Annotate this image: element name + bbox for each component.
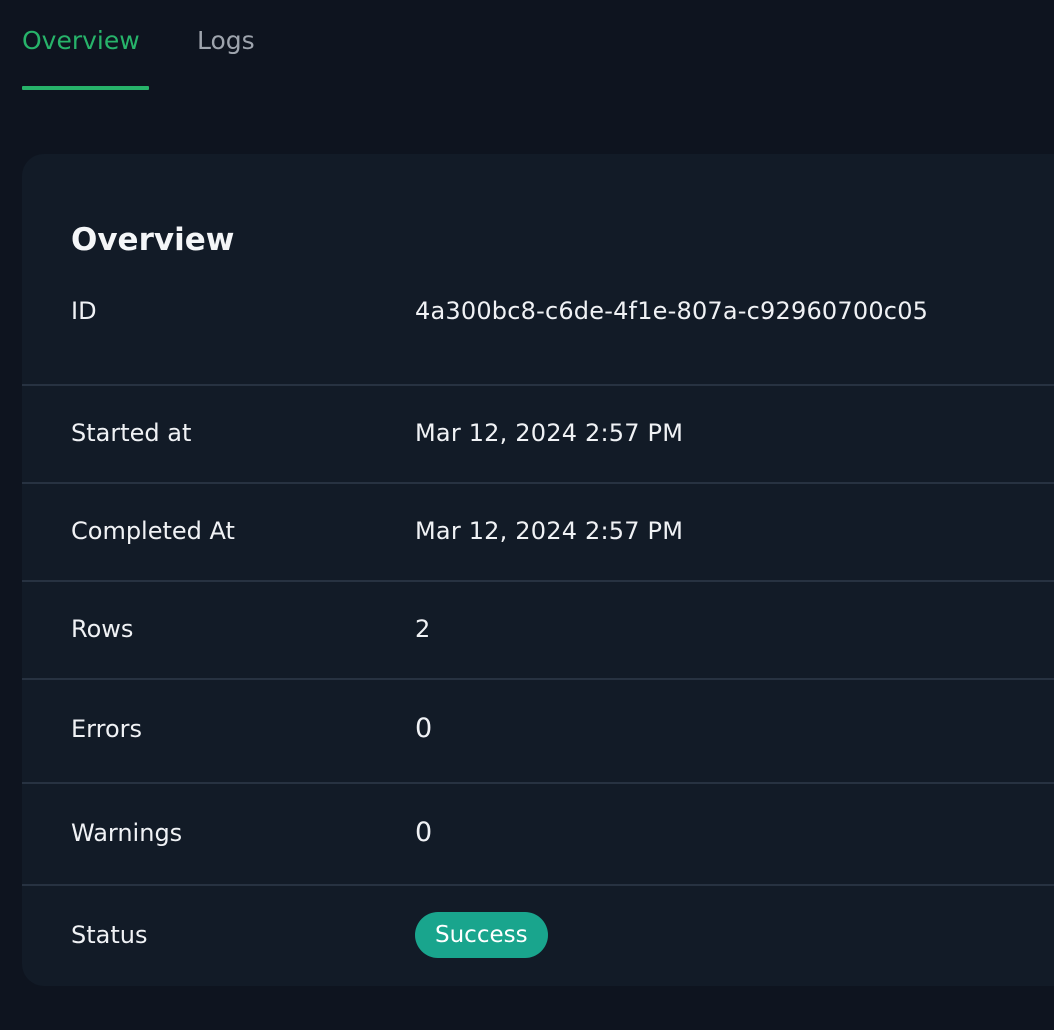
detail-value-id: 4a300bc8-c6de-4f1e-807a-c92960700c05: [415, 297, 929, 325]
detail-label-warnings: Warnings: [71, 819, 183, 847]
detail-row-started-at: Started at Mar 12, 2024 2:57 PM: [22, 384, 1054, 482]
detail-row-status: Status Success: [22, 884, 1054, 986]
overview-title: Overview: [71, 222, 235, 258]
detail-value-started-at: Mar 12, 2024 2:57 PM: [415, 419, 684, 447]
detail-label-status: Status: [71, 921, 148, 949]
tab-logs[interactable]: Logs: [197, 22, 255, 60]
detail-value-completed-at: Mar 12, 2024 2:57 PM: [415, 517, 684, 545]
detail-row-completed-at: Completed At Mar 12, 2024 2:57 PM: [22, 482, 1054, 580]
status-badge: Success: [415, 912, 548, 958]
detail-label-completed-at: Completed At: [71, 517, 235, 545]
active-tab-indicator: [22, 86, 149, 90]
detail-row-warnings: Warnings 0: [22, 782, 1054, 884]
detail-row-rows: Rows 2: [22, 580, 1054, 678]
detail-value-rows: 2: [415, 615, 431, 643]
detail-row-id: ID 4a300bc8-c6de-4f1e-807a-c92960700c05: [22, 297, 1054, 384]
detail-value-errors: 0: [415, 713, 433, 744]
overview-card: Overview ID 4a300bc8-c6de-4f1e-807a-c929…: [22, 154, 1054, 986]
detail-label-started-at: Started at: [71, 419, 192, 447]
detail-row-errors: Errors 0: [22, 678, 1054, 782]
detail-value-warnings: 0: [415, 817, 433, 848]
detail-label-rows: Rows: [71, 615, 134, 643]
detail-label-id: ID: [71, 297, 97, 325]
detail-label-errors: Errors: [71, 715, 143, 743]
tab-overview[interactable]: Overview: [22, 22, 149, 60]
tab-bar: Overview Logs: [0, 0, 1054, 92]
